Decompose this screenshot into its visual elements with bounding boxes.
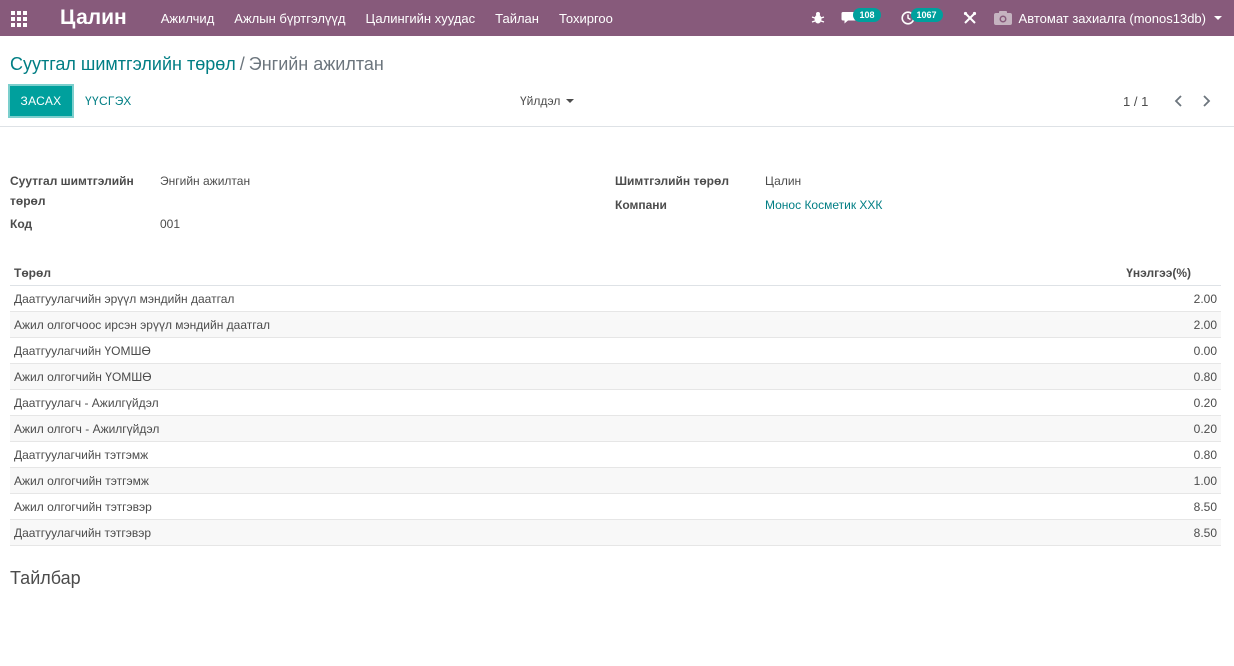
menu-item-attendance[interactable]: Ажлын бүртгэлүүд (234, 11, 345, 26)
systray: 108 1067 Автомат захиалга (monos13db) (795, 0, 1222, 36)
create-button[interactable]: ҮҮСГЭХ (85, 94, 132, 108)
code-value: 001 (160, 217, 181, 231)
code-label: Код (10, 217, 33, 231)
breadcrumb-parent-link[interactable]: Суутгал шимтгэлийн төрөл (10, 54, 236, 74)
menu-item-payslips[interactable]: Цалингийн хуудас (366, 11, 476, 26)
row-type: Ажил олгогчийн ҮОМШӨ (14, 369, 152, 384)
pager-previous-icon[interactable] (1172, 94, 1186, 108)
table-row[interactable]: Ажил олгогчоос ирсэн эрүүл мэндийн даатг… (10, 312, 1221, 338)
row-type: Даатгуулагчийн тэтгэвэр (14, 525, 152, 540)
pager-value[interactable]: 1 / 1 (1123, 94, 1148, 109)
breadcrumb-current: Энгийн ажилтан (248, 54, 384, 74)
activities-badge: 1067 (910, 8, 943, 22)
chevron-down-icon (566, 99, 575, 103)
activities-tray[interactable]: 1067 (900, 8, 947, 25)
row-type: Ажил олгогч - Ажилгүйдэл (14, 421, 160, 436)
row-rate: 0.80 (1193, 447, 1217, 462)
row-rate: 2.00 (1193, 317, 1217, 332)
deduction-type-label: Суутгал шимтгэлийн төрөл (10, 174, 134, 208)
debug-bug-icon[interactable] (811, 11, 825, 25)
user-name: Автомат захиалга (monos13db) (1018, 10, 1206, 26)
top-navbar: Цалин Ажилчид Ажлын бүртгэлүүд Цалингийн… (0, 0, 1234, 36)
notes-section-title: Тайлбар (10, 568, 81, 588)
row-type: Ажил олгогчийн тэтгэмж (14, 473, 149, 488)
table-row[interactable]: Ажил олгогч - Ажилгүйдэл 0.20 (10, 416, 1221, 442)
row-rate: 0.00 (1193, 343, 1217, 358)
company-link[interactable]: Монос Косметик ХХК (765, 195, 882, 215)
menu-item-reports[interactable]: Тайлан (495, 11, 539, 26)
messages-badge: 108 (853, 8, 881, 22)
deduction-type-value: Энгийн ажилтан (160, 174, 251, 188)
edit-button[interactable]: ЗАСАХ (8, 84, 74, 118)
app-brand[interactable]: Цалин (60, 6, 127, 30)
row-type: Даатгуулагчийн тэтгэмж (14, 447, 149, 462)
row-rate: 0.20 (1193, 395, 1217, 410)
table-row[interactable]: Даатгуулагч - Ажилгүйдэл 0.20 (10, 390, 1221, 416)
breadcrumb-separator: / (239, 54, 245, 74)
column-header-rate[interactable]: Үнэлгээ(%) (1126, 266, 1221, 280)
pager-next-icon[interactable] (1199, 94, 1213, 108)
row-type: Даатгуулагчийн ҮОМШӨ (14, 343, 151, 358)
main-menu: Ажилчид Ажлын бүртгэлүүд Цалингийн хууда… (161, 11, 633, 26)
table-row[interactable]: Даатгуулагчийн эрүүл мэндийн даатгал 2.00 (10, 286, 1221, 312)
row-type: Ажил олгогчоос ирсэн эрүүл мэндийн даатг… (14, 317, 271, 332)
row-type: Ажил олгогчийн тэтгэвэр (14, 499, 152, 514)
action-dropdown[interactable]: Үйлдэл (520, 94, 575, 108)
row-rate: 2.00 (1193, 291, 1217, 306)
chevron-down-icon (1214, 16, 1222, 20)
menu-item-settings[interactable]: Тохиргоо (559, 11, 613, 26)
row-rate: 8.50 (1193, 499, 1217, 514)
table-row[interactable]: Даатгуулагчийн тэтгэвэр 8.50 (10, 520, 1221, 546)
user-menu[interactable]: Автомат захиалга (monos13db) (993, 10, 1222, 26)
row-rate: 1.00 (1193, 473, 1217, 488)
contribution-type-label: Шимтгэлийн төрөл (615, 174, 729, 188)
breadcrumb: Суутгал шимтгэлийн төрөл / Энгийн ажилтан (10, 54, 384, 75)
row-rate: 8.50 (1193, 525, 1217, 540)
contribution-type-value: Цалин (765, 174, 802, 188)
messages-tray[interactable]: 108 (841, 8, 884, 25)
table-row[interactable]: Даатгуулагчийн тэтгэмж 0.80 (10, 442, 1221, 468)
table-row[interactable]: Ажил олгогчийн тэтгэмж 1.00 (10, 468, 1221, 494)
table-header: Төрөл Үнэлгээ(%) (10, 260, 1221, 286)
row-rate: 0.80 (1193, 369, 1217, 384)
table-row[interactable]: Ажил олгогчийн тэтгэвэр 8.50 (10, 494, 1221, 520)
menu-item-employees[interactable]: Ажилчид (161, 11, 215, 26)
apps-menu-icon[interactable] (11, 11, 29, 27)
action-dropdown-label: Үйлдэл (520, 94, 561, 108)
control-panel: Суутгал шимтгэлийн төрөл / Энгийн ажилтан … (0, 40, 1234, 127)
deduction-lines-table: Төрөл Үнэлгээ(%) Даатгуулагчийн эрүүл мэ… (10, 260, 1221, 546)
tools-icon[interactable] (963, 11, 977, 25)
row-type: Даатгуулагч - Ажилгүйдэл (14, 395, 159, 410)
row-type: Даатгуулагчийн эрүүл мэндийн даатгал (14, 291, 235, 306)
company-label: Компани (615, 198, 667, 212)
table-row[interactable]: Ажил олгогчийн ҮОМШӨ 0.80 (10, 364, 1221, 390)
row-rate: 0.20 (1193, 421, 1217, 436)
table-row[interactable]: Даатгуулагчийн ҮОМШӨ 0.00 (10, 338, 1221, 364)
user-avatar-icon (993, 11, 1012, 25)
column-header-type[interactable]: Төрөл (10, 266, 1126, 280)
